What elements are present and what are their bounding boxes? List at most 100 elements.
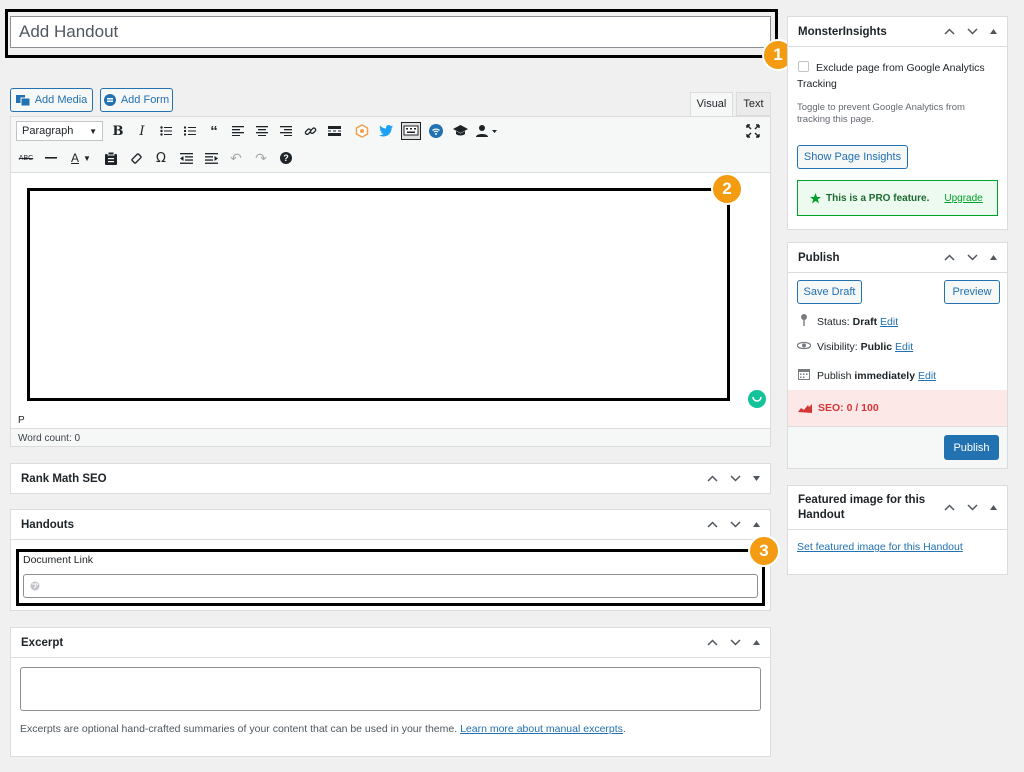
toggle-up-icon[interactable] bbox=[753, 640, 760, 645]
text-color-icon[interactable]: A ▼ bbox=[66, 148, 96, 168]
eye-icon bbox=[796, 341, 812, 353]
toggle-up-icon[interactable] bbox=[990, 505, 997, 510]
document-link-input[interactable] bbox=[23, 574, 758, 598]
link-icon[interactable] bbox=[300, 121, 320, 141]
excerpt-title: Excerpt bbox=[21, 636, 64, 649]
handouts-title: Handouts bbox=[21, 518, 75, 531]
title-text: Add Handout bbox=[19, 22, 119, 41]
italic-icon[interactable]: I bbox=[132, 121, 152, 141]
move-down-icon[interactable] bbox=[967, 28, 978, 35]
tab-visual-label: Visual bbox=[696, 98, 727, 110]
add-media-button[interactable]: Add Media bbox=[10, 88, 93, 112]
move-up-icon[interactable] bbox=[707, 521, 718, 528]
publish-button[interactable]: Publish bbox=[944, 435, 999, 460]
toggle-up-icon[interactable] bbox=[990, 255, 997, 260]
move-up-icon[interactable] bbox=[944, 28, 955, 35]
numbered-list-icon[interactable] bbox=[180, 121, 200, 141]
publish-button-label: Publish bbox=[953, 441, 990, 454]
visibility-row: Visibility: Public Edit bbox=[796, 341, 913, 353]
move-down-icon[interactable] bbox=[967, 254, 978, 261]
show-page-insights-button[interactable]: Show Page Insights bbox=[797, 145, 908, 169]
pin-icon bbox=[797, 314, 811, 329]
align-left-icon[interactable] bbox=[228, 121, 248, 141]
excerpt-textarea[interactable] bbox=[20, 667, 761, 711]
calendar-icon bbox=[797, 368, 811, 383]
schedule-edit-link[interactable]: Edit bbox=[918, 370, 936, 382]
move-down-icon[interactable] bbox=[730, 475, 741, 482]
toggle-down-icon[interactable] bbox=[753, 476, 760, 481]
horizontal-line-icon[interactable] bbox=[41, 148, 61, 168]
excerpt-help-end: . bbox=[622, 723, 626, 735]
redo-icon[interactable]: ↷ bbox=[251, 148, 271, 168]
word-count: Word count: 0 bbox=[18, 433, 81, 444]
upgrade-link[interactable]: Upgrade bbox=[944, 193, 982, 204]
bold-icon[interactable]: B bbox=[108, 121, 128, 141]
toolbar-row-1: B I “ bbox=[108, 121, 500, 141]
move-up-icon[interactable] bbox=[707, 639, 718, 646]
exclude-tracking-label: Exclude page from Google Analytics Track… bbox=[797, 60, 997, 92]
format-select[interactable]: Paragraph ▼ bbox=[16, 121, 103, 141]
bullet-list-icon[interactable] bbox=[156, 121, 176, 141]
move-down-icon[interactable] bbox=[730, 521, 741, 528]
schedule-value: immediately bbox=[854, 369, 916, 382]
seo-score: SEO: 0 / 100 bbox=[818, 402, 879, 414]
monsterinsights-title: MonsterInsights bbox=[798, 25, 887, 38]
document-link-label: Document Link bbox=[23, 554, 94, 566]
toggle-up-icon[interactable] bbox=[990, 29, 997, 34]
toggle-up-icon[interactable] bbox=[753, 522, 760, 527]
preview-button[interactable]: Preview bbox=[944, 280, 1000, 304]
outdent-icon[interactable] bbox=[176, 148, 196, 168]
excerpt-help: Excerpts are optional hand-crafted summa… bbox=[20, 723, 626, 735]
blockquote-icon[interactable]: “ bbox=[204, 121, 224, 141]
clear-formatting-icon[interactable] bbox=[126, 148, 146, 168]
move-down-icon[interactable] bbox=[967, 504, 978, 511]
move-up-icon[interactable] bbox=[944, 254, 955, 261]
callout-badge-2: 2 bbox=[711, 173, 743, 205]
rank-math-title: Rank Math SEO bbox=[21, 472, 107, 485]
callout-frame-editor bbox=[27, 188, 730, 401]
grammarly-icon[interactable] bbox=[748, 390, 766, 408]
wifi-plugin-icon[interactable] bbox=[426, 121, 446, 141]
save-draft-button[interactable]: Save Draft bbox=[797, 280, 862, 304]
indent-icon[interactable] bbox=[201, 148, 221, 168]
tab-visual[interactable]: Visual bbox=[690, 92, 733, 116]
user-dropdown-icon[interactable] bbox=[474, 121, 500, 141]
add-form-label: Add Form bbox=[120, 94, 170, 106]
monsterinsights-help: Toggle to prevent Google Analytics from … bbox=[797, 102, 965, 125]
exclude-tracking-text: Exclude page from Google Analytics Track… bbox=[797, 62, 985, 90]
tab-text[interactable]: Text bbox=[736, 92, 771, 116]
form-icon bbox=[103, 94, 116, 106]
callout-badge-3: 3 bbox=[748, 535, 780, 567]
undo-icon[interactable]: ↶ bbox=[226, 148, 246, 168]
format-select-value: Paragraph bbox=[22, 125, 74, 137]
excerpt-learn-more-link[interactable]: Learn more about manual excerpts bbox=[460, 723, 623, 735]
align-center-icon[interactable] bbox=[252, 121, 272, 141]
keyboard-shortcut-icon[interactable] bbox=[400, 121, 422, 141]
graduation-cap-icon[interactable] bbox=[450, 121, 470, 141]
rank-math-icon bbox=[798, 404, 812, 413]
read-more-icon[interactable] bbox=[324, 121, 344, 141]
twitter-icon[interactable] bbox=[376, 121, 396, 141]
globe-icon bbox=[30, 581, 40, 591]
pro-feature-notice: This is a PRO feature. Upgrade bbox=[797, 180, 998, 216]
status-edit-link[interactable]: Edit bbox=[880, 316, 898, 328]
paste-text-icon[interactable] bbox=[101, 148, 121, 168]
fullscreen-icon[interactable] bbox=[746, 124, 760, 138]
hexagon-plugin-icon[interactable] bbox=[352, 121, 372, 141]
visibility-edit-link[interactable]: Edit bbox=[895, 341, 913, 353]
seo-score-bar[interactable]: SEO: 0 / 100 bbox=[788, 390, 1007, 426]
strikethrough-icon[interactable]: ABC bbox=[16, 148, 36, 168]
pro-feature-text: This is a PRO feature. bbox=[826, 192, 930, 204]
add-form-button[interactable]: Add Form bbox=[100, 88, 173, 112]
special-character-icon[interactable]: Ω bbox=[151, 148, 171, 168]
visibility-value: Public bbox=[860, 341, 893, 353]
move-up-icon[interactable] bbox=[707, 475, 718, 482]
set-featured-image-link[interactable]: Set featured image for this Handout bbox=[797, 541, 963, 553]
help-icon[interactable]: ? bbox=[276, 148, 296, 168]
move-up-icon[interactable] bbox=[944, 504, 955, 511]
visibility-label: Visibility: bbox=[817, 341, 858, 353]
align-right-icon[interactable] bbox=[276, 121, 296, 141]
tab-text-label: Text bbox=[743, 98, 764, 110]
move-down-icon[interactable] bbox=[730, 639, 741, 646]
title-input[interactable]: Add Handout bbox=[10, 16, 771, 48]
